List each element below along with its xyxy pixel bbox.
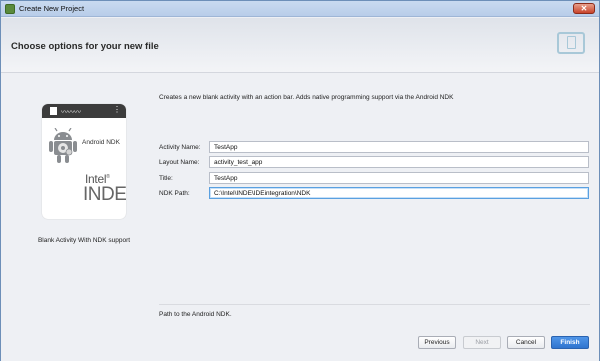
divider	[159, 304, 590, 305]
device-screen	[567, 36, 576, 49]
template-description: Creates a new blank activity with an act…	[159, 94, 454, 101]
finish-button[interactable]: Finish	[551, 336, 589, 349]
template-caption: Blank Activity With NDK support	[37, 237, 131, 244]
layout-name-field[interactable]: activity_test_app	[209, 156, 589, 168]
wizard-header: Choose options for your new file	[1, 18, 599, 73]
preview-action-bar: 〰〰〰 ⋮	[42, 104, 126, 118]
device-icon	[557, 32, 585, 54]
cancel-button[interactable]: Cancel	[507, 336, 545, 349]
registered-mark: ®	[106, 174, 110, 180]
title-label: Title:	[159, 175, 173, 182]
wizard-content: 〰〰〰 ⋮ Android NDK Intel® INDE Blank Acti…	[1, 74, 599, 361]
ndk-path-label: NDK Path:	[159, 190, 190, 197]
inde-logo: INDE	[83, 184, 126, 205]
layout-name-row: Layout Name: activity_test_app	[159, 156, 589, 169]
activity-preview: 〰〰〰 ⋮ Android NDK Intel® INDE	[42, 104, 126, 219]
field-hint: Path to the Android NDK.	[159, 311, 232, 318]
close-icon[interactable]: ✕	[573, 3, 595, 14]
create-project-window: Create New Project ✕ Choose options for …	[0, 0, 600, 361]
page-title: Choose options for your new file	[11, 41, 159, 52]
layout-name-label: Layout Name:	[159, 159, 200, 166]
preview-box-icon	[50, 107, 57, 115]
activity-name-label: Activity Name:	[159, 144, 201, 151]
activity-name-field[interactable]: TestApp	[209, 141, 589, 153]
window-title: Create New Project	[19, 4, 85, 13]
next-button[interactable]: Next	[463, 336, 501, 349]
overflow-menu-icon: ⋮	[113, 105, 121, 114]
title-bar[interactable]: Create New Project ✕	[1, 1, 599, 17]
android-ndk-label: Android NDK	[82, 139, 120, 146]
ndk-path-field[interactable]: C:\Intel\INDE\IDEintegration\NDK	[209, 187, 589, 199]
android-robot-icon	[49, 128, 77, 163]
ndk-path-row: NDK Path: C:\Intel\INDE\IDEintegration\N…	[159, 187, 589, 200]
activity-name-row: Activity Name: TestApp	[159, 141, 589, 154]
title-row: Title: TestApp	[159, 172, 589, 185]
previous-button[interactable]: Previous	[418, 336, 456, 349]
title-field[interactable]: TestApp	[209, 172, 589, 184]
preview-title-placeholder: 〰〰〰	[61, 109, 81, 116]
android-studio-icon	[5, 4, 15, 14]
